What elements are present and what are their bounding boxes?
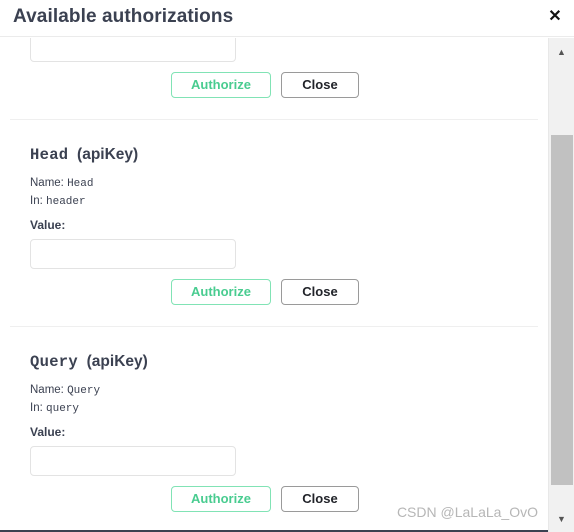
close-button[interactable]: Close	[281, 486, 359, 512]
scheme-type: (apiKey)	[77, 146, 139, 163]
authorize-button[interactable]: Authorize	[171, 279, 271, 305]
section-heading-query: Query (apiKey)	[12, 353, 536, 371]
page-title: Available authorizations	[13, 6, 234, 27]
close-icon[interactable]: ✕	[545, 7, 565, 27]
scroll-down-arrow-icon[interactable]: ▼	[549, 511, 574, 528]
scheme-name: Head	[30, 146, 69, 164]
meta-name: Name: Head	[12, 175, 536, 193]
scrollbar-thumb[interactable]	[551, 135, 573, 485]
value-input[interactable]	[30, 239, 236, 269]
scheme-name: Query	[30, 353, 79, 371]
scroll-content: Value: Authorize Close Head (apiKey) Nam…	[0, 38, 548, 532]
meta-in-label: In:	[30, 195, 43, 207]
available-authorizations-modal: Available authorizations ✕ Value: Author…	[0, 0, 574, 532]
meta-in: In: query	[12, 400, 536, 418]
auth-section-partial: Value: Authorize Close	[0, 38, 548, 99]
watermark-text: CSDN @LaLaLa_OvO	[396, 504, 538, 520]
value-label: Value:	[30, 425, 66, 439]
auth-section-head: Head (apiKey) Name: Head In: header Valu…	[0, 146, 548, 306]
value-input[interactable]	[30, 446, 236, 476]
meta-name-value: Head	[67, 178, 94, 190]
value-label: Value:	[30, 218, 66, 232]
close-button[interactable]: Close	[281, 279, 359, 305]
meta-name-value: Query	[67, 385, 101, 397]
meta-in-value: header	[46, 196, 86, 208]
close-button[interactable]: Close	[281, 72, 359, 98]
modal-header: Available authorizations ✕	[0, 0, 574, 37]
button-row: Authorize Close	[12, 72, 536, 99]
meta-name-label: Name:	[30, 177, 64, 189]
meta-in: In: header	[12, 193, 536, 211]
meta-name-label: Name:	[30, 384, 64, 396]
authorize-button[interactable]: Authorize	[171, 72, 271, 98]
meta-name: Name: Query	[12, 382, 536, 400]
vertical-scrollbar[interactable]: ▲ ▼	[548, 38, 574, 532]
section-heading-head: Head (apiKey)	[12, 146, 536, 164]
scheme-type: (apiKey)	[86, 353, 148, 370]
auth-section-query: Query (apiKey) Name: Query In: query Val…	[0, 353, 548, 513]
modal-body: Value: Authorize Close Head (apiKey) Nam…	[0, 38, 548, 532]
value-input[interactable]	[30, 38, 236, 62]
button-row: Authorize Close	[12, 279, 536, 306]
meta-in-value: query	[46, 403, 80, 415]
authorize-button[interactable]: Authorize	[171, 486, 271, 512]
meta-in-label: In:	[30, 402, 43, 414]
scroll-up-arrow-icon[interactable]: ▲	[549, 44, 574, 61]
